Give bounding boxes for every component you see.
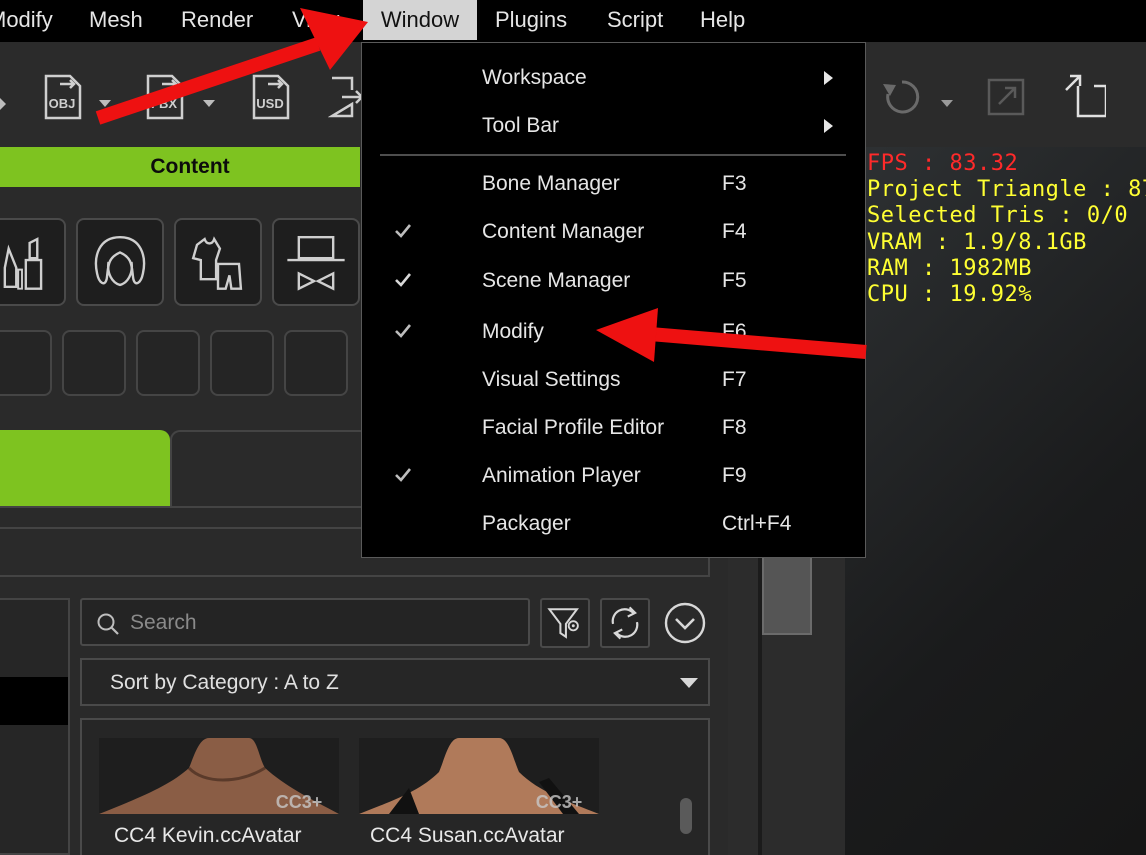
stat-selected-tris: Selected Tris : 0/0 [867,203,1129,228]
content-panel-title: Content [150,155,230,178]
category-filter-button[interactable] [0,330,52,396]
panel-scrollbar[interactable] [762,555,812,635]
gallery-scrollbar[interactable] [680,798,692,834]
content-panel-header: Content [0,147,360,187]
avatar-thumbnail-susan[interactable]: CC3+ [359,738,599,814]
fit-view-icon[interactable] [985,72,1029,122]
menu-view[interactable]: View [292,0,339,40]
cloth-icon[interactable] [174,218,262,306]
makeup-icon[interactable] [0,218,66,306]
undo-icon[interactable] [880,72,924,122]
menu-plugins[interactable]: Plugins [495,0,567,40]
menu-render[interactable]: Render [181,0,253,40]
menu-mesh[interactable]: Mesh [89,0,143,40]
menu-separator [380,154,846,156]
cc3-badge: CC3+ [536,792,583,812]
sort-dropdown-value: Sort by Category : A to Z [110,671,339,694]
stat-ram: RAM : 1982MB [867,256,1032,281]
menu-item-modify[interactable]: Modify F6 [362,310,865,354]
category-filter-button[interactable] [62,330,126,396]
menu-item-bone-manager[interactable]: Bone Manager F3 [362,162,865,206]
menu-item-tool-bar[interactable]: Tool Bar [362,104,865,148]
window-menu: Workspace Tool Bar Bone Manager F3 Conte… [361,42,866,558]
import-icon[interactable] [327,72,364,122]
avatar-thumbnail-kevin[interactable]: CC3+ [99,738,339,814]
export-usd-icon[interactable]: USD [248,72,292,122]
tab-project[interactable] [0,430,170,508]
accessory-icon[interactable] [272,218,360,306]
export-obj-text: OBJ [49,96,76,111]
checkmark-icon [395,468,412,482]
tab-library[interactable] [170,430,370,508]
folder-tree-selected-item[interactable] [0,677,68,725]
viewport[interactable]: FPS : 83.32 Project Triangle : 879 Selec… [845,147,1146,855]
export-fbx-dropdown-icon[interactable] [203,100,215,107]
stat-vram: VRAM : 1.9/8.1GB [867,230,1087,255]
content-gallery: CC3+ CC4 Kevin.ccAvatar CC3+ CC4 Susan.c… [80,718,710,855]
avatar-label-susan: CC4 Susan.ccAvatar [370,824,565,847]
expand-down-icon[interactable] [662,600,708,646]
toolbar-overflow-icon [0,98,6,110]
menu-item-animation-player[interactable]: Animation Player F9 [362,454,865,498]
stat-fps: FPS : 83.32 [867,151,1019,176]
menu-item-visual-settings[interactable]: Visual Settings F7 [362,358,865,402]
maximize-icon[interactable] [1062,72,1108,122]
search-input[interactable] [130,606,510,640]
menu-item-facial-profile-editor[interactable]: Facial Profile Editor F8 [362,406,865,450]
submenu-arrow-icon [824,119,833,133]
undo-dropdown-icon[interactable] [941,100,953,107]
refresh-icon[interactable] [600,598,650,648]
category-filter-button[interactable] [136,330,200,396]
menu-item-workspace[interactable]: Workspace [362,56,865,100]
menu-window[interactable]: Window [363,0,477,40]
checkmark-icon [395,324,412,338]
chevron-down-icon [680,678,698,688]
export-usd-text: USD [256,96,283,111]
stat-cpu: CPU : 19.92% [867,282,1032,307]
export-fbx-icon[interactable]: FBX [142,72,186,122]
export-obj-icon[interactable]: OBJ [40,72,84,122]
export-fbx-text: FBX [151,96,177,111]
filter-settings-icon[interactable] [540,598,590,648]
search-icon [97,613,119,635]
category-filter-button[interactable] [210,330,274,396]
menu-item-scene-manager[interactable]: Scene Manager F5 [362,259,865,303]
menu-modify[interactable]: Modify [0,0,72,40]
avatar-label-kevin: CC4 Kevin.ccAvatar [114,824,302,847]
stat-project-triangle: Project Triangle : 879 [867,177,1146,202]
folder-tree [0,598,70,855]
menu-item-content-manager[interactable]: Content Manager F4 [362,210,865,254]
sort-dropdown[interactable]: Sort by Category : A to Z [80,658,710,706]
category-filter-button[interactable] [284,330,348,396]
menubar: Modify Mesh Render View Window Plugins S… [0,0,1146,42]
menu-script[interactable]: Script [607,0,663,40]
submenu-arrow-icon [824,71,833,85]
export-obj-dropdown-icon[interactable] [99,100,111,107]
search-box [80,598,530,646]
hair-icon[interactable] [76,218,164,306]
checkmark-icon [395,224,412,238]
cc3-badge: CC3+ [276,792,323,812]
menu-help[interactable]: Help [700,0,745,40]
checkmark-icon [395,273,412,287]
menu-item-packager[interactable]: Packager Ctrl+F4 [362,502,865,546]
